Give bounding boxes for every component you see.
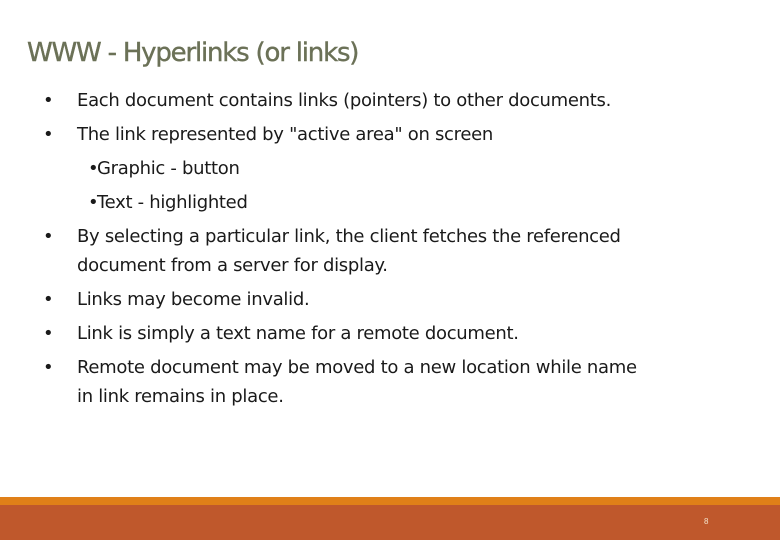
sub-bullet-text: Graphic - button — [97, 158, 240, 179]
bullet-list: • Each document contains links (pointers… — [30, 86, 750, 411]
bullet-text-continued: document from a server for display. — [77, 255, 388, 276]
bullet-text: By selecting a particular link, the clie… — [77, 226, 621, 247]
page-number: 8 — [704, 517, 709, 526]
bullet-icon: • — [43, 323, 54, 344]
bullet-item: • The link represented by "active area" … — [30, 120, 750, 149]
bullet-item: • By selecting a particular link, the cl… — [30, 222, 750, 280]
bullet-text: The link represented by "active area" on… — [77, 124, 494, 145]
bullet-text: Links may become invalid. — [77, 289, 310, 310]
footer-band — [0, 505, 780, 540]
sub-bullet-item: • Graphic - button — [30, 154, 750, 183]
bullet-icon: • — [43, 226, 54, 247]
bullet-text: Link is simply a text name for a remote … — [77, 323, 519, 344]
slide-title: WWW - Hyperlinks (or links) — [27, 38, 360, 68]
bullet-text: Remote document may be moved to a new lo… — [77, 357, 637, 378]
bullet-text: Each document contains links (pointers) … — [77, 90, 612, 111]
sub-bullet-item: • Text - highlighted — [30, 188, 750, 217]
sub-bullet-icon: • — [88, 192, 99, 213]
bullet-icon: • — [43, 357, 54, 378]
bullet-item: • Remote document may be moved to a new … — [30, 353, 750, 411]
bullet-icon: • — [43, 90, 54, 111]
sub-bullet-icon: • — [88, 158, 99, 179]
footer-accent-strip — [0, 497, 780, 505]
bullet-icon: • — [43, 289, 54, 310]
sub-bullet-text: Text - highlighted — [97, 192, 248, 213]
bullet-item: • Link is simply a text name for a remot… — [30, 319, 750, 348]
bullet-item: • Links may become invalid. — [30, 285, 750, 314]
bullet-text-continued: in link remains in place. — [77, 386, 284, 407]
bullet-item: • Each document contains links (pointers… — [30, 86, 750, 115]
bullet-icon: • — [43, 124, 54, 145]
